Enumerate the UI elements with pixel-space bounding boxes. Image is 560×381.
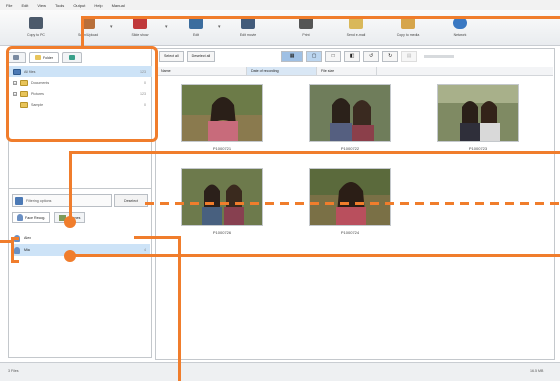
- menu-output[interactable]: Output: [73, 3, 85, 8]
- status-file-size: 16.5 MB: [530, 369, 544, 373]
- content-toolbar: Select all Deselect all ▦ ▢ □ ◧ ↺ ↻ ▤: [155, 48, 555, 64]
- print-label: Print: [302, 33, 310, 37]
- rotate-left-icon[interactable]: ↺: [363, 50, 380, 62]
- callout-bracket: [11, 237, 19, 263]
- person-icon: [17, 214, 23, 221]
- person-item-alex[interactable]: Alex 10: [12, 232, 150, 244]
- pane-divider[interactable]: [8, 188, 152, 189]
- copy-to-media-label: Copy to media: [396, 33, 420, 37]
- status-file-count: 3 Files: [8, 369, 19, 373]
- photo-thumbnail: [437, 84, 519, 142]
- grid-icon[interactable]: ▤: [401, 50, 418, 62]
- callout-line: [69, 152, 72, 218]
- slideshow-label: Slide show: [131, 33, 149, 37]
- chevron-down-icon[interactable]: ▾: [110, 24, 113, 30]
- menu-file[interactable]: File: [6, 3, 12, 8]
- photo-thumbnail: [309, 84, 391, 142]
- callout-line: [134, 236, 181, 239]
- thumbnail-item[interactable]: P1000724: [309, 168, 391, 235]
- menu-manual[interactable]: Manual: [112, 3, 125, 8]
- filter-icon: [15, 196, 23, 205]
- menu-edit[interactable]: Edit: [21, 3, 28, 8]
- network-label: Network: [453, 33, 467, 37]
- person-name: Alex: [24, 236, 31, 240]
- person-name: Mia: [24, 248, 30, 252]
- people-list: Alex 10 Mia 4: [12, 232, 150, 256]
- callout-frame-navigation: [6, 46, 158, 142]
- select-all-button[interactable]: Select all: [159, 50, 184, 62]
- status-bar: 3 Files 16.5 MB: [0, 362, 560, 381]
- thumbnail-caption: P1000724: [340, 230, 360, 235]
- callout-line: [178, 236, 181, 381]
- photo-thumbnail: [181, 84, 263, 142]
- edit-movie-label: Edit movie: [239, 33, 257, 37]
- column-date[interactable]: Date of recording: [247, 67, 317, 75]
- rotate-button[interactable]: ◧: [344, 50, 361, 62]
- column-header: Name Date of recording File size: [157, 67, 553, 76]
- callout-line: [81, 18, 84, 46]
- column-name[interactable]: Name: [157, 67, 247, 75]
- zoom-slider[interactable]: [424, 54, 455, 58]
- edit-label: Edit: [192, 33, 200, 37]
- chevron-down-icon[interactable]: ▾: [218, 24, 221, 30]
- deselect-all-button[interactable]: Deselect all: [186, 50, 216, 62]
- menu-tools[interactable]: Tools: [55, 3, 64, 8]
- thumbnail-view-button[interactable]: ▦: [281, 50, 304, 62]
- large-view-button[interactable]: ▢: [306, 50, 323, 62]
- thumbnail-item[interactable]: P1000723: [437, 84, 519, 151]
- thumbnail-item[interactable]: P1000721: [181, 84, 263, 151]
- callout-dot: [64, 216, 76, 228]
- thumbnail-caption: P1000726: [212, 230, 232, 235]
- photo-thumbnail: [309, 168, 391, 226]
- callout-line: [0, 240, 11, 243]
- send-email-label: Send e-mail: [346, 33, 366, 37]
- copy-to-pc-label: Copy to PC: [27, 33, 45, 37]
- callout-dashed-line: [145, 202, 560, 205]
- menu-bar: File Edit View Tools Output Help Manual: [0, 0, 560, 10]
- column-size[interactable]: File size: [317, 67, 377, 75]
- filter-options-button[interactable]: Filtering options: [12, 194, 112, 207]
- app-window: File Edit View Tools Output Help Manual …: [0, 0, 560, 381]
- deselect-button[interactable]: Deselect: [114, 194, 148, 207]
- thumbnail-item[interactable]: P1000722: [309, 84, 391, 151]
- detail-view-button[interactable]: □: [325, 50, 342, 62]
- menu-view[interactable]: View: [37, 3, 46, 8]
- camera-pc-icon: [29, 17, 43, 29]
- tab-face-recognition[interactable]: Face Recog.: [12, 212, 51, 223]
- callout-line: [81, 16, 560, 19]
- face-tab-label: Face Recog.: [25, 215, 46, 220]
- photo-thumbnail: [181, 168, 263, 226]
- person-count: 4: [144, 248, 146, 252]
- menu-help[interactable]: Help: [94, 3, 102, 8]
- copy-to-pc-button[interactable]: Copy to PC: [16, 13, 56, 43]
- thumbnail-item[interactable]: P1000726: [181, 168, 263, 235]
- rotate-right-icon[interactable]: ↻: [382, 50, 399, 62]
- callout-line: [69, 151, 560, 154]
- chevron-down-icon[interactable]: ▾: [165, 24, 168, 30]
- filter-label: Filtering options: [26, 198, 52, 203]
- callout-line: [75, 254, 560, 257]
